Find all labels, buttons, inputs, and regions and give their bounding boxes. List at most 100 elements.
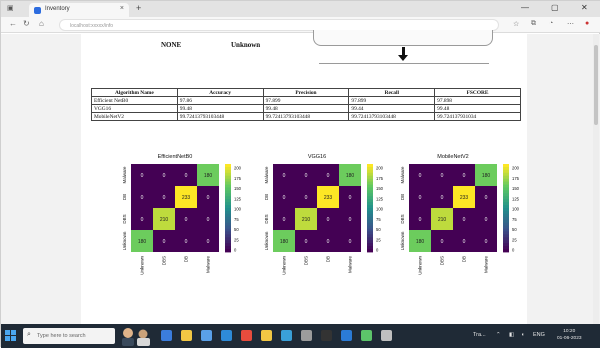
- colorbar-segment: [367, 199, 373, 203]
- confusion-matrix-vgg16: VGG16 0 0 0 180 0 0 233 0 0 210 0 0 180 0 0 0 Malware DB D…: [251, 154, 391, 324]
- table-row: VGG16 99.48 99.48 99.44 99.48: [91, 104, 521, 113]
- back-arrow-icon[interactable]: ←: [9, 19, 17, 28]
- search-placeholder: Type here to search: [37, 333, 86, 339]
- colorbar-segment: [367, 216, 373, 221]
- colorbar-segment: [367, 240, 373, 244]
- colorbar-segment: [367, 225, 373, 229]
- refresh-icon[interactable]: ↻: [23, 19, 30, 28]
- taskbar-app-photos-icon[interactable]: [281, 330, 292, 341]
- colorbar-tick-label: 175: [234, 176, 242, 181]
- browser-toolbar: ← ↻ ⌂ localhost:xxxxx/info ☆ ⧉ ◔ ⋯ ●: [1, 17, 600, 33]
- browser-tab[interactable]: Inventory ×: [29, 3, 129, 17]
- table-cell: 97.898: [434, 96, 521, 105]
- taskbar-app-settings-icon[interactable]: [301, 330, 312, 341]
- colorbar-segment: [503, 213, 509, 218]
- taskbar-app-files-icon[interactable]: [261, 330, 272, 341]
- table-row: Efficient NetB0 97.86 97.899 97.899 97.8…: [91, 96, 521, 105]
- close-tab-icon[interactable]: ×: [120, 5, 124, 12]
- colorbar-segment: [225, 169, 231, 174]
- home-icon[interactable]: ⌂: [39, 19, 44, 28]
- extension-icon[interactable]: ●: [585, 20, 589, 27]
- tab-favicon-icon: [34, 7, 41, 14]
- colorbar-tick-label: 100: [376, 207, 384, 212]
- heatmap-cell-value: 233: [324, 195, 333, 201]
- favorites-star-icon[interactable]: ☆: [513, 20, 519, 28]
- heatmap-cell-value: 0: [305, 195, 308, 201]
- heatmap-cell-value: 180: [482, 173, 491, 179]
- heatmap-cell-value: 0: [207, 195, 210, 201]
- tray-arrow-icon[interactable]: ⌃: [496, 332, 501, 338]
- colorbar-tick-label: 100: [512, 207, 520, 212]
- heatmap-cell-value: 0: [463, 173, 466, 179]
- colorbar-tick-label: 50: [512, 227, 517, 232]
- address-text: localhost:xxxxx/info: [70, 23, 114, 29]
- colorbar-segment: [503, 199, 509, 203]
- volume-icon[interactable]: ◖: [521, 332, 524, 338]
- colorbar-segment: [367, 237, 373, 241]
- heatmap-row-label: DB: [122, 194, 127, 200]
- taskbar-app-edge-icon[interactable]: [161, 330, 172, 341]
- heatmap-cell-value: 0: [485, 239, 488, 245]
- heatmap-col-label: DBS: [162, 256, 167, 265]
- flow-label-unknown: Unknown: [231, 41, 261, 49]
- clock-date: 01-06-2023: [557, 336, 582, 341]
- tray-label[interactable]: Tra...: [473, 332, 486, 338]
- tab-actions-icon[interactable]: ▣: [7, 4, 14, 12]
- colorbar-segment: [503, 237, 509, 241]
- colorbar-segment: [225, 237, 231, 241]
- colorbar-segment: [503, 243, 509, 247]
- colorbar-tick-label: 50: [376, 227, 381, 232]
- taskbar-app-misc1-icon[interactable]: [361, 330, 372, 341]
- taskbar-app-explorer-icon[interactable]: [181, 330, 192, 341]
- heatmap-cell-value: 0: [349, 195, 352, 201]
- confusion-matrix-efficientnetb0: EfficientNetB0 0 0 0 180 0 0 233 0 0 210 0 0 180 0 0 0 M…: [109, 154, 249, 324]
- taskbar-clock[interactable]: 10:20 01-06-2023: [557, 328, 582, 342]
- colorbar-segment: [503, 181, 509, 185]
- heatmap-cell-value: 0: [441, 239, 444, 245]
- language-icon[interactable]: ENG: [533, 332, 545, 338]
- down-arrow-head-icon: [398, 55, 408, 61]
- heatmap-cell-value: 233: [182, 195, 191, 201]
- table-header-cell: Accuracy: [176, 88, 264, 97]
- settings-menu-icon[interactable]: ⋯: [567, 20, 574, 28]
- scrollbar-thumb[interactable]: [594, 45, 598, 125]
- new-tab-button[interactable]: +: [136, 3, 141, 13]
- table-cell: 99.48: [262, 104, 350, 113]
- colorbar-segment: [503, 190, 509, 194]
- heatmap-cell-value: 0: [163, 195, 166, 201]
- heatmap-svg: 0 0 0 180 0 0 233 0 0 210 0 0 180 0 0 0 Malware DB DBS Unkn…: [122, 164, 242, 275]
- colorbar-tick-label: 25: [376, 237, 381, 242]
- browser-tab-strip: ▣ Inventory × + — ▢ ✕: [1, 1, 600, 17]
- page-viewport[interactable]: NONE Unknown Algorithm Name Accuracy Pre…: [1, 30, 600, 324]
- taskbar-app-misc2-icon[interactable]: [381, 330, 392, 341]
- colorbar-segment: [225, 249, 231, 253]
- colorbar-segment: [225, 164, 231, 168]
- colorbar-tick-label: 150: [234, 186, 242, 191]
- colorbar-segment: [503, 222, 509, 226]
- colorbar-segment: [367, 184, 373, 188]
- taskbar-app-terminal-icon[interactable]: [321, 330, 332, 341]
- collections-icon[interactable]: ⧉: [531, 20, 536, 28]
- colorbar-tick-label: 125: [376, 196, 384, 201]
- heatmap-cell-value: 0: [463, 239, 466, 245]
- maximize-button[interactable]: ▢: [551, 3, 559, 12]
- colorbar-segment: [367, 166, 373, 171]
- close-window-button[interactable]: ✕: [581, 3, 588, 12]
- table-cell: 97.899: [348, 96, 436, 105]
- heatmap-cell-value: 180: [280, 239, 289, 245]
- profile-icon[interactable]: ◔: [549, 20, 553, 27]
- taskbar-app-chrome-icon[interactable]: [241, 330, 252, 341]
- colorbar-segment: [225, 181, 231, 185]
- windows-start-icon[interactable]: [5, 330, 16, 341]
- taskbar-search-box[interactable]: ⌕ Type here to search: [23, 328, 115, 344]
- taskbar-app-store-icon[interactable]: [201, 330, 212, 341]
- taskbar-app-code-icon[interactable]: [341, 330, 352, 341]
- network-icon[interactable]: ◧: [509, 332, 514, 338]
- news-widget-icon[interactable]: [119, 326, 153, 346]
- heatmap-cell-value: 0: [283, 217, 286, 223]
- minimize-button[interactable]: —: [521, 3, 529, 12]
- colorbar-tick-label: 0: [376, 248, 379, 253]
- colorbar-segment: [225, 193, 231, 197]
- table-header-cell: Recall: [348, 88, 436, 97]
- taskbar-app-mail-icon[interactable]: [221, 330, 232, 341]
